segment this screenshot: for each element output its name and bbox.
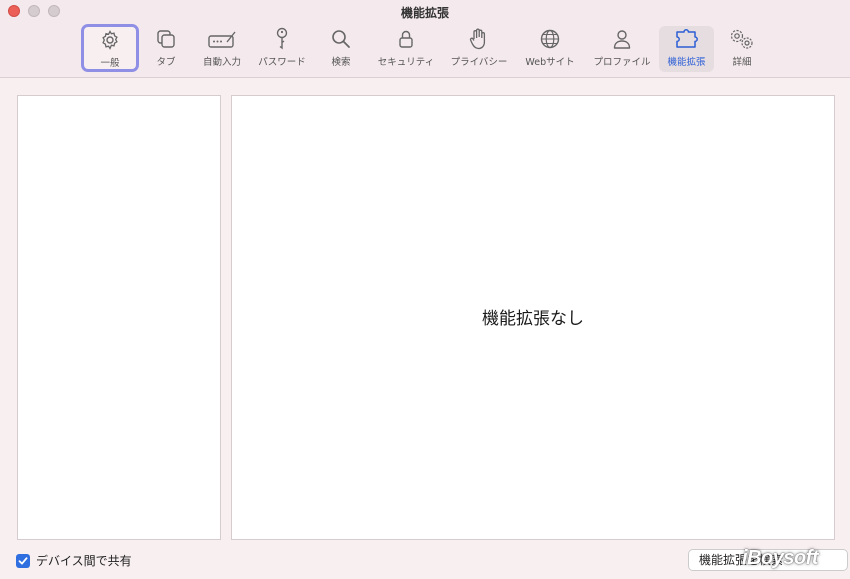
gears-icon bbox=[728, 26, 756, 52]
tab-tabs-label: タブ bbox=[156, 57, 176, 68]
tab-websites[interactable]: Webサイト bbox=[520, 26, 580, 72]
share-across-devices-toggle[interactable]: デバイス間で共有 bbox=[16, 552, 132, 569]
checkmark-icon bbox=[18, 556, 28, 564]
tab-security[interactable]: セキュリティ bbox=[373, 26, 439, 72]
titlebar: 機能拡張 一般 タブ 自動入力 パスワード 検索 セキュリティ プライバシー W… bbox=[0, 0, 850, 78]
globe-icon bbox=[539, 26, 561, 52]
share-checkbox[interactable] bbox=[16, 553, 30, 568]
autofill-icon bbox=[207, 26, 237, 52]
hand-icon bbox=[468, 26, 490, 52]
share-label: デバイス間で共有 bbox=[36, 554, 132, 568]
tab-autofill-label: 自動入力 bbox=[202, 57, 241, 68]
tab-tabs[interactable]: タブ bbox=[148, 26, 184, 72]
empty-state-message: 機能拡張なし bbox=[482, 309, 584, 329]
gear-icon bbox=[99, 27, 121, 53]
person-icon bbox=[611, 26, 633, 52]
tab-profiles[interactable]: プロファイル bbox=[589, 26, 655, 72]
tab-security-label: セキュリティ bbox=[377, 57, 435, 68]
tab-search-label: 検索 bbox=[331, 57, 351, 68]
tab-extensions-label: 機能拡張 bbox=[667, 57, 706, 68]
search-icon bbox=[330, 26, 352, 52]
key-icon bbox=[272, 26, 292, 52]
lock-icon bbox=[397, 26, 415, 52]
watermark-logo: iBoysoft bbox=[742, 547, 819, 569]
tab-passwords-label: パスワード bbox=[258, 57, 306, 68]
window-title: 機能拡張 bbox=[400, 6, 449, 20]
tab-general-label: 一般 bbox=[100, 58, 120, 69]
tab-passwords[interactable]: パスワード bbox=[254, 26, 310, 72]
puzzle-icon bbox=[674, 26, 700, 52]
tab-websites-label: Webサイト bbox=[525, 57, 575, 68]
tab-general[interactable]: 一般 bbox=[81, 24, 139, 72]
tab-extensions[interactable]: 機能拡張 bbox=[659, 26, 714, 72]
tab-advanced-label: 詳細 bbox=[732, 57, 752, 68]
tabs-icon bbox=[155, 26, 177, 52]
tab-profiles-label: プロファイル bbox=[593, 57, 651, 68]
tab-search[interactable]: 検索 bbox=[326, 26, 356, 72]
tab-advanced[interactable]: 詳細 bbox=[724, 26, 760, 72]
tab-privacy[interactable]: プライバシー bbox=[446, 26, 512, 72]
tab-autofill[interactable]: 自動入力 bbox=[199, 26, 245, 72]
extension-detail-pane: 機能拡張なし bbox=[231, 95, 835, 540]
tab-privacy-label: プライバシー bbox=[450, 57, 508, 68]
preferences-window: 機能拡張 一般 タブ 自動入力 パスワード 検索 セキュリティ プライバシー W… bbox=[0, 0, 850, 579]
extensions-list[interactable] bbox=[17, 95, 221, 540]
